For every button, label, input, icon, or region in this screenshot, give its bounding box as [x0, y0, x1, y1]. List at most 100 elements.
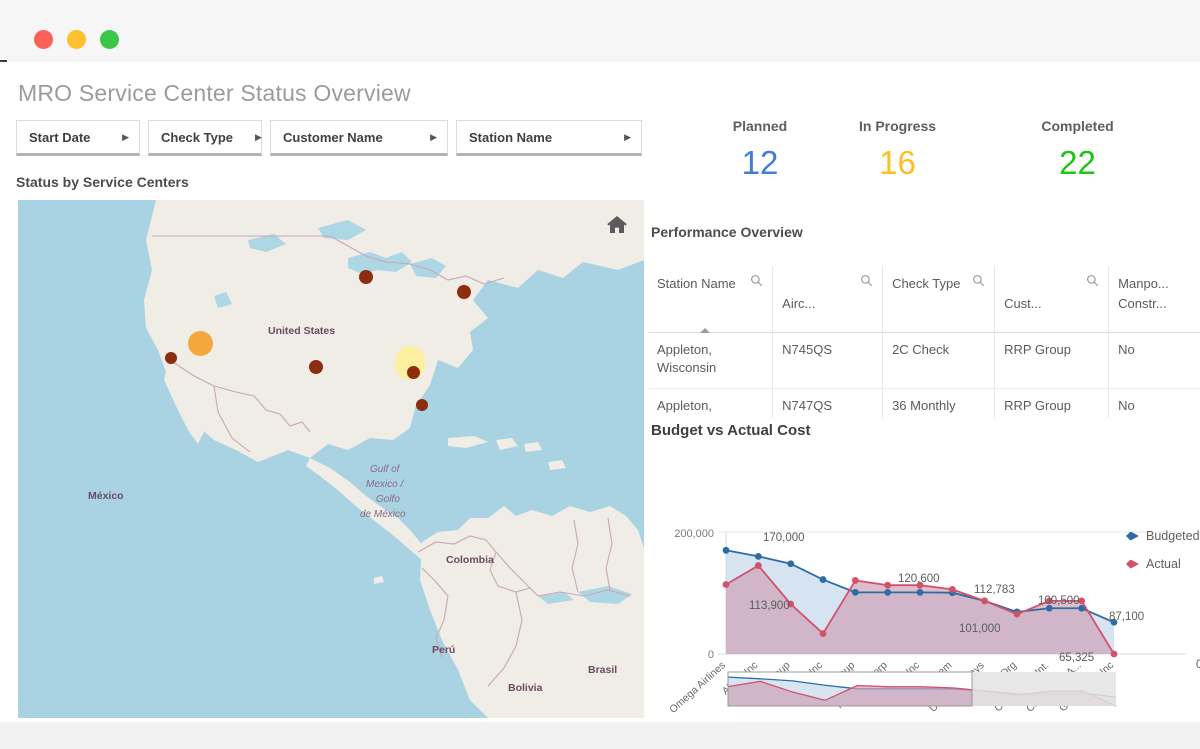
legend-label-actual: Actual — [1146, 557, 1181, 571]
cell-aircraft: N745QS — [773, 332, 883, 388]
window-bottom-strip — [0, 722, 1200, 749]
cell-manpower: No — [1109, 332, 1200, 388]
window-controls — [34, 30, 119, 49]
cell-aircraft: N747QS — [773, 388, 883, 418]
kpi-planned-value: 12 — [690, 146, 830, 179]
filter-station-name[interactable]: Station Name ▶ — [456, 120, 642, 156]
home-icon[interactable] — [604, 212, 630, 238]
map-heading: Status by Service Centers — [16, 174, 189, 190]
svg-text:Golfo: Golfo — [376, 494, 400, 505]
column-header-station-name[interactable]: Station Name — [648, 266, 773, 332]
column-header-check-type[interactable]: Check Type — [883, 266, 995, 332]
chart-graphic: 200,0000170,000113,90033,500120,600112,7… — [648, 444, 1200, 722]
table-header-row: Station Name Airc... — [648, 266, 1200, 332]
search-icon[interactable] — [968, 274, 985, 290]
cell-check-type: 2C Check — [883, 332, 995, 388]
svg-text:101,000: 101,000 — [959, 623, 1001, 635]
cell-station-name: Appleton, — [648, 388, 773, 418]
column-header-aircraft[interactable]: Airc... — [773, 266, 883, 332]
kpi-completed-value: 22 — [1005, 146, 1150, 179]
kpi-in-progress-value: 16 — [825, 146, 970, 179]
filter-customer-name-label: Customer Name — [283, 130, 383, 145]
map-marker-california[interactable] — [165, 352, 177, 364]
dashboard-canvas: MRO Service Center Status Overview Start… — [0, 62, 1200, 722]
kpi-planned-label: Planned — [690, 118, 830, 134]
svg-text:170,000: 170,000 — [763, 532, 805, 544]
window-zoom-button[interactable] — [100, 30, 119, 49]
column-header-customer-label: Cust... — [1004, 274, 1042, 314]
cell-customer: RRP Group — [995, 388, 1109, 418]
chevron-right-icon: ▶ — [100, 133, 129, 142]
legend-label-budgeted: Budgeted — [1146, 529, 1200, 543]
filter-start-date-label: Start Date — [29, 130, 90, 145]
filter-customer-name[interactable]: Customer Name ▶ — [270, 120, 448, 156]
svg-text:200,000: 200,000 — [674, 528, 714, 540]
legend-marker-actual — [1126, 560, 1139, 569]
svg-text:120,600: 120,600 — [898, 573, 940, 585]
chevron-right-icon: ▶ — [602, 133, 631, 142]
chevron-right-icon: ▶ — [408, 133, 437, 142]
search-icon[interactable] — [746, 274, 763, 290]
map-marker-chicago[interactable] — [359, 270, 373, 284]
map-marker-texas[interactable] — [309, 360, 323, 374]
map-graphic: United States Gulf of Mexico / Golfo de … — [18, 200, 644, 718]
cell-customer: RRP Group — [995, 332, 1109, 388]
legend-item-budgeted[interactable]: Budgeted — [1126, 522, 1200, 550]
svg-text:Brasil: Brasil — [588, 664, 617, 676]
filter-bar: Start Date ▶ Check Type ▶ Customer Name … — [16, 120, 642, 156]
svg-text:113,900: 113,900 — [749, 600, 790, 612]
table-row[interactable]: Appleton, N747QS 36 Monthly RRP Group No… — [648, 388, 1200, 418]
cell-manpower: No — [1109, 388, 1200, 418]
budget-vs-actual-chart-title: Budget vs Actual Cost — [651, 422, 810, 439]
cell-station-name: Appleton, Wisconsin — [648, 332, 773, 388]
performance-overview-table[interactable]: Station Name Airc... — [648, 266, 1200, 418]
chevron-right-icon: ▶ — [233, 133, 262, 142]
kpi-planned[interactable]: Planned 12 — [690, 118, 830, 179]
map-marker-bahamas[interactable] — [416, 399, 428, 411]
kpi-row: Planned 12 In Progress 16 Completed 22 — [650, 118, 1200, 198]
kpi-in-progress[interactable]: In Progress 16 — [825, 118, 970, 179]
service-center-map[interactable]: United States Gulf of Mexico / Golfo de … — [18, 200, 644, 718]
svg-text:Perú: Perú — [432, 644, 455, 656]
column-header-aircraft-label: Airc... — [782, 274, 815, 314]
window-close-button[interactable] — [34, 30, 53, 49]
cell-check-type: 36 Monthly — [883, 388, 995, 418]
search-icon[interactable] — [856, 274, 873, 290]
budget-vs-actual-chart[interactable]: 200,0000170,000113,90033,500120,600112,7… — [648, 444, 1200, 722]
svg-text:Gulf of: Gulf of — [370, 464, 401, 475]
column-header-manpower-constraint-label: Manpo... Constr... — [1118, 274, 1200, 313]
kpi-completed[interactable]: Completed 22 — [1005, 118, 1150, 179]
table-row[interactable]: Appleton, Wisconsin N745QS 2C Check RRP … — [648, 332, 1200, 388]
svg-text:de México: de México — [360, 509, 406, 520]
sort-ascending-icon — [700, 328, 710, 333]
map-marker-florida[interactable] — [407, 366, 420, 379]
kpi-in-progress-label: In Progress — [825, 118, 970, 134]
search-icon[interactable] — [1082, 274, 1099, 290]
column-header-customer[interactable]: Cust... — [995, 266, 1109, 332]
svg-text:Bolivia: Bolivia — [508, 682, 543, 694]
svg-text:Colombia: Colombia — [446, 554, 494, 566]
column-header-station-name-label: Station Name — [657, 274, 736, 294]
filter-check-type[interactable]: Check Type ▶ — [148, 120, 262, 156]
column-header-check-type-label: Check Type — [892, 274, 960, 294]
svg-text:United States: United States — [268, 325, 335, 337]
map-marker-southwest[interactable] — [188, 331, 213, 356]
kpi-completed-label: Completed — [1005, 118, 1150, 134]
legend-marker-budgeted — [1126, 532, 1139, 541]
filter-start-date[interactable]: Start Date ▶ — [16, 120, 140, 156]
svg-text:87,100: 87,100 — [1109, 611, 1144, 623]
page-title: MRO Service Center Status Overview — [18, 80, 411, 107]
svg-text:México: México — [88, 490, 124, 502]
map-marker-northeast[interactable] — [457, 285, 471, 299]
filter-station-name-label: Station Name — [469, 130, 552, 145]
window-title-bar — [0, 0, 1200, 62]
svg-text:0: 0 — [708, 649, 714, 661]
svg-text:0: 0 — [1196, 659, 1200, 671]
chart-legend: Budgeted Actual — [1126, 522, 1200, 578]
legend-item-actual[interactable]: Actual — [1126, 550, 1200, 578]
window-minimize-button[interactable] — [67, 30, 86, 49]
performance-overview-heading: Performance Overview — [651, 224, 803, 240]
svg-text:Omega Airlines: Omega Airlines — [667, 659, 728, 716]
column-header-manpower-constraint[interactable]: Manpo... Constr... — [1109, 266, 1200, 332]
svg-text:112,783: 112,783 — [974, 584, 1015, 596]
